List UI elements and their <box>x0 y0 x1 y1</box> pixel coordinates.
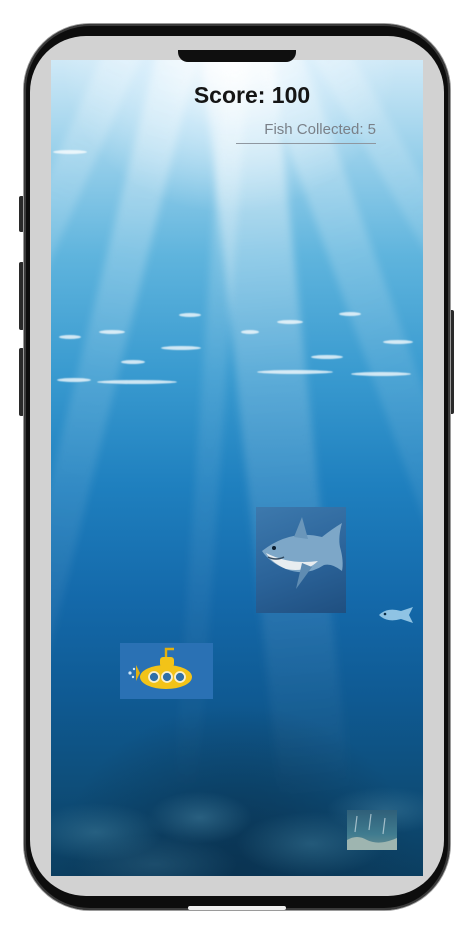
player-submarine <box>120 643 213 699</box>
seabed-tile <box>347 810 397 850</box>
surface-ripple <box>241 330 259 334</box>
surface-ripple <box>99 330 125 334</box>
surface-ripple <box>339 312 361 316</box>
fish-collectible <box>377 605 415 625</box>
fish-collected-counter: Fish Collected: 5 <box>264 121 376 138</box>
home-indicator[interactable] <box>188 906 286 910</box>
surface-ripple <box>161 346 201 350</box>
shark-icon <box>262 517 343 589</box>
seabed-rocks <box>51 730 423 876</box>
shark-enemy <box>256 507 346 613</box>
small-fish-icon <box>379 607 413 623</box>
surface-ripple <box>351 372 411 376</box>
surface-ripple <box>179 313 201 317</box>
surface-ripple <box>59 335 81 339</box>
surface-ripple <box>257 370 333 374</box>
app-stage: Score: 100 Fish Collected: 5 <box>0 0 473 932</box>
surface-ripple <box>121 360 145 364</box>
seabed-tile-icon <box>347 813 397 850</box>
hud-divider <box>236 143 376 144</box>
surface-ripple <box>53 150 87 154</box>
score-display: Score: 100 <box>193 82 311 108</box>
surface-ripple <box>311 355 343 359</box>
game-canvas[interactable] <box>51 60 423 876</box>
surface-ripple <box>57 378 91 382</box>
surface-ripple <box>97 380 177 384</box>
yellow-submarine-icon <box>128 647 192 689</box>
surface-ripple <box>383 340 413 344</box>
surface-ripple <box>277 320 303 324</box>
dynamic-island <box>178 50 296 62</box>
